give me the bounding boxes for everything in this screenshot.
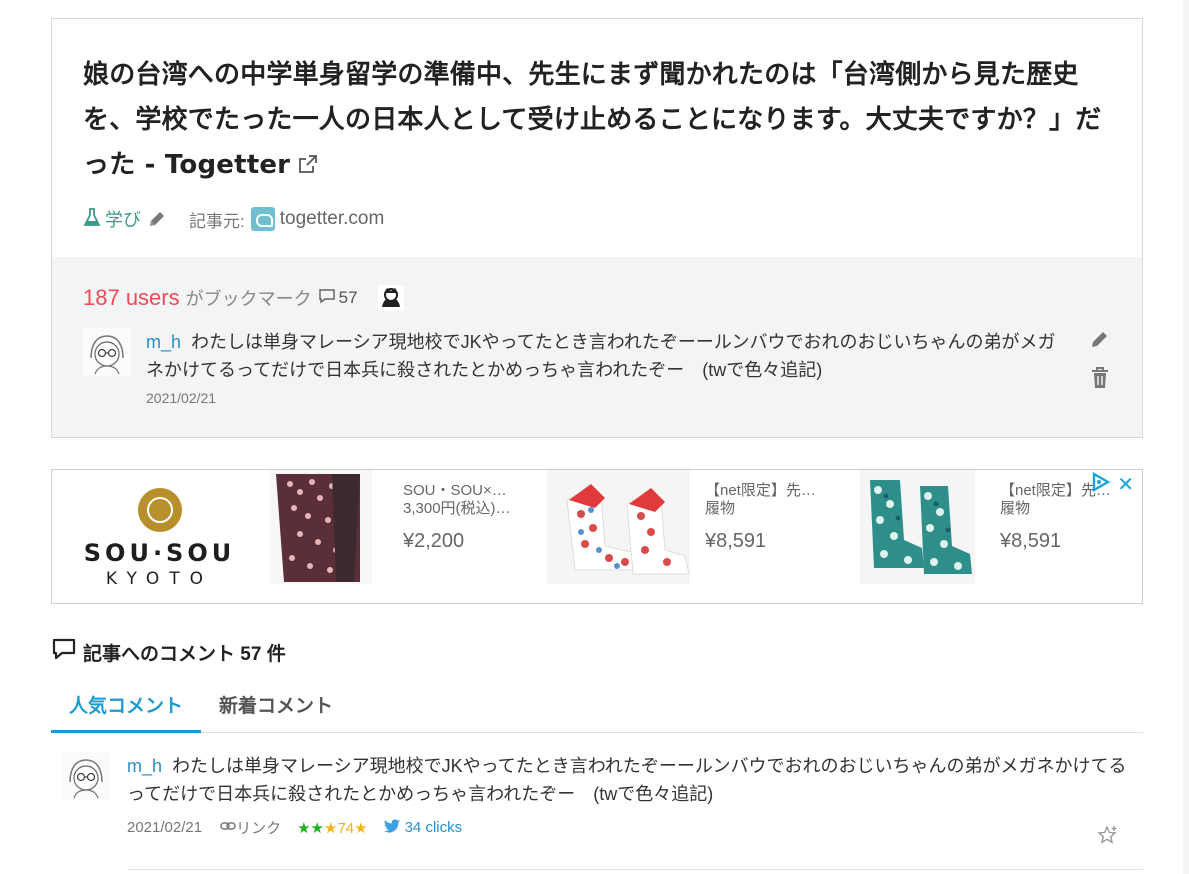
entry-title-text[interactable]: 娘の台湾への中学単身留学の準備中、先生にまず聞かれたのは「台湾側から見た歴史を、… bbox=[83, 60, 1101, 180]
add-star-icon[interactable] bbox=[1097, 825, 1119, 852]
comment-text: m_h わたしは単身マレーシア現地校でJKやってたとき言われたぞーールンバウでおれ… bbox=[127, 752, 1127, 808]
source-label: 記事元: bbox=[189, 211, 245, 231]
close-icon[interactable]: ✕ bbox=[1117, 472, 1134, 497]
scrollbar-track[interactable] bbox=[1183, 0, 1189, 874]
ad-brand-name: SOU·SOU bbox=[83, 539, 236, 567]
ad-item-text[interactable]: SOU・SOU×… 3,300円(税込)… bbox=[403, 482, 533, 518]
flask-icon bbox=[83, 207, 105, 232]
comment-actions bbox=[1089, 328, 1111, 390]
ad-choices-icon[interactable] bbox=[1090, 471, 1112, 497]
category-label[interactable]: 学び bbox=[105, 206, 141, 232]
category-link[interactable]: 学び bbox=[83, 206, 141, 232]
star-count[interactable]: 74 bbox=[337, 820, 354, 837]
favicon-icon bbox=[250, 207, 275, 231]
product-image[interactable] bbox=[270, 470, 372, 584]
permalink-label[interactable]: リンク bbox=[236, 817, 281, 838]
bookmark-user-count[interactable]: 187 users bbox=[83, 285, 180, 311]
bookmark-suffix: がブックマーク bbox=[185, 289, 312, 309]
entry-meta: 学び 記事元: togetter.com bbox=[83, 206, 1112, 232]
comment-date[interactable]: 2021/02/21 bbox=[127, 819, 202, 836]
product-image[interactable] bbox=[547, 470, 690, 584]
comment-tabs: 人気コメント 新着コメント bbox=[51, 683, 1143, 733]
entry-title[interactable]: 娘の台湾への中学単身留学の準備中、先生にまず聞かれたのは「台湾側から見た歴史を、… bbox=[83, 53, 1112, 189]
comment-bubble-icon bbox=[318, 288, 339, 309]
comment-body: わたしは単身マレーシア現地校でJKやってたとき言われたぞーールンバウでおれのおじ… bbox=[127, 756, 1127, 804]
divider bbox=[127, 869, 1143, 870]
trash-icon[interactable] bbox=[1089, 366, 1111, 390]
twitter-clicks[interactable]: 34 clicks bbox=[383, 818, 463, 837]
star-rating[interactable]: ★★★74★ bbox=[297, 819, 368, 837]
comments-heading: 記事へのコメント 57 件 bbox=[51, 637, 286, 667]
pencil-icon[interactable] bbox=[147, 209, 167, 229]
source-domain-link[interactable]: togetter.com bbox=[280, 208, 385, 230]
ad-item-price[interactable]: ¥2,200 bbox=[403, 530, 464, 553]
green-stars: ★★ bbox=[297, 819, 324, 837]
comment-date[interactable]: 2021/02/21 bbox=[146, 390, 1066, 406]
external-link-icon[interactable] bbox=[298, 144, 318, 189]
comment-row: m_h わたしは単身マレーシア現地校でJKやってたとき言われたぞーールンバウでおれ… bbox=[62, 752, 1143, 870]
tab-new[interactable]: 新着コメント bbox=[201, 683, 351, 733]
ad-item[interactable]: SOU・SOU×… 3,300円(税込)… ¥2,200 bbox=[270, 470, 560, 603]
comments-heading-text: 記事へのコメント 57 件 bbox=[83, 643, 286, 665]
ad-item-text[interactable]: 【net限定】先… 履物 bbox=[705, 482, 835, 518]
my-avatar-small[interactable] bbox=[377, 285, 404, 311]
pencil-icon[interactable] bbox=[1089, 328, 1111, 350]
twitter-icon bbox=[383, 818, 405, 837]
comment-count-value[interactable]: 57 bbox=[339, 288, 358, 308]
ad-brand-logo[interactable]: SOU·SOU KYOTO bbox=[72, 488, 247, 589]
yellow-star: ★ bbox=[324, 819, 338, 837]
ad-item-price[interactable]: ¥8,591 bbox=[705, 530, 766, 553]
users-row: 187 users がブックマーク 57 bbox=[83, 285, 1111, 311]
avatar[interactable] bbox=[62, 752, 110, 800]
comment-bubble-icon bbox=[51, 637, 83, 667]
avatar[interactable] bbox=[83, 328, 131, 376]
username-link[interactable]: m_h bbox=[146, 332, 181, 352]
ad-banner[interactable]: SOU·SOU KYOTO SOU・SOU×… 3,300円(税込)… ¥2,2… bbox=[51, 469, 1143, 604]
ad-brand-sub: KYOTO bbox=[105, 569, 214, 589]
entry-card: 娘の台湾への中学単身留学の準備中、先生にまず聞かれたのは「台湾側から見た歴史を、… bbox=[51, 18, 1143, 438]
yellow-star: ★ bbox=[354, 819, 368, 837]
ad-item[interactable]: 【net限定】先… 履物 ¥8,591 bbox=[547, 470, 847, 603]
clicks-count[interactable]: 34 clicks bbox=[405, 819, 463, 836]
permalink[interactable]: リンク bbox=[220, 817, 281, 838]
my-comment-text: m_h わたしは単身マレーシア現地校でJKやってたとき言われたぞーールンバウでおれ… bbox=[146, 328, 1066, 384]
ad-item-price[interactable]: ¥8,591 bbox=[1000, 530, 1061, 553]
product-image[interactable] bbox=[860, 470, 975, 584]
comment-count-link[interactable]: 57 bbox=[318, 288, 358, 309]
bookmark-area: 187 users がブックマーク 57 m_h わたしは単身マレーシア現地校でJ… bbox=[52, 257, 1142, 437]
link-icon bbox=[220, 819, 236, 836]
comment-meta: 2021/02/21 リンク ★★★74★ 34 clicks bbox=[127, 817, 1127, 838]
brand-mark-icon bbox=[137, 488, 182, 532]
tab-popular[interactable]: 人気コメント bbox=[51, 683, 202, 733]
comment-body: わたしは単身マレーシア現地校でJKやってたとき言われたぞーールンバウでおれのおじ… bbox=[146, 332, 1056, 380]
my-bookmark-comment: m_h わたしは単身マレーシア現地校でJKやってたとき言われたぞーールンバウでおれ… bbox=[83, 328, 1111, 406]
username-link[interactable]: m_h bbox=[127, 756, 162, 776]
